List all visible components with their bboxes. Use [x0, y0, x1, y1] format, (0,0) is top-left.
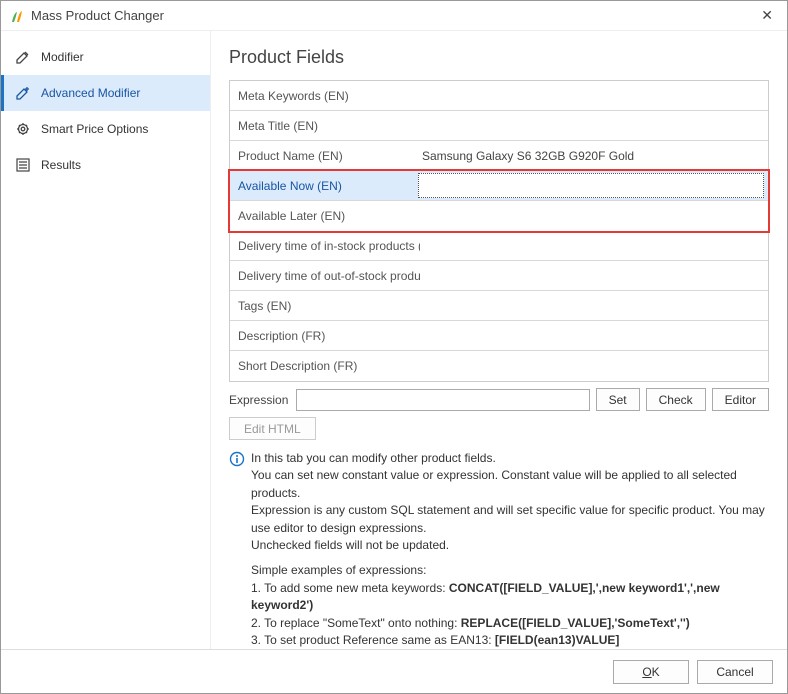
- dialog-footer: OK Cancel: [1, 649, 787, 693]
- sidebar-item-results[interactable]: Results: [1, 147, 210, 183]
- ok-button[interactable]: OK: [613, 660, 689, 684]
- field-row[interactable]: Delivery time of in-stock products (E: [230, 231, 768, 261]
- highlight-box: Available Now (EN) Available Later (EN): [228, 169, 770, 233]
- field-label: Meta Keywords (EN): [230, 89, 420, 103]
- field-row[interactable]: Short Description (FR): [230, 351, 768, 381]
- window-title: Mass Product Changer: [31, 8, 755, 23]
- field-label: Available Later (EN): [230, 209, 420, 223]
- check-button[interactable]: Check: [646, 388, 706, 411]
- close-button[interactable]: ✕: [755, 5, 779, 26]
- field-label: Delivery time of in-stock products (E: [230, 239, 420, 253]
- field-label: Product Name (EN): [230, 149, 420, 163]
- main-panel: Product Fields Meta Keywords (EN) Meta T…: [211, 31, 787, 649]
- field-row[interactable]: Description (FR): [230, 321, 768, 351]
- edit-html-button: Edit HTML: [229, 417, 316, 440]
- sidebar-item-label: Smart Price Options: [41, 122, 148, 136]
- field-label: Available Now (EN): [230, 179, 420, 193]
- field-row[interactable]: Tags (EN): [230, 291, 768, 321]
- expression-label: Expression: [229, 393, 288, 407]
- field-row[interactable]: Delivery time of out-of-stock produ: [230, 261, 768, 291]
- field-row[interactable]: Product Name (EN) Samsung Galaxy S6 32GB…: [230, 141, 768, 171]
- app-logo-icon: [9, 8, 25, 24]
- field-row[interactable]: Available Later (EN): [230, 201, 768, 231]
- field-label: Meta Title (EN): [230, 119, 420, 133]
- titlebar: Mass Product Changer ✕: [1, 1, 787, 31]
- field-value: Samsung Galaxy S6 32GB G920F Gold: [420, 149, 768, 163]
- list-icon: [15, 157, 31, 173]
- sidebar-item-smart-price[interactable]: Smart Price Options: [1, 111, 210, 147]
- edit-html-row: Edit HTML: [229, 417, 769, 440]
- gear-icon: [15, 121, 31, 137]
- cancel-button[interactable]: Cancel: [697, 660, 773, 684]
- editor-button[interactable]: Editor: [712, 388, 769, 411]
- info-text: In this tab you can modify other product…: [251, 450, 769, 649]
- product-fields-table: Meta Keywords (EN) Meta Title (EN) Produ…: [229, 80, 769, 382]
- edit-icon: [15, 49, 31, 65]
- field-row[interactable]: Meta Title (EN): [230, 111, 768, 141]
- field-label: Short Description (FR): [230, 359, 420, 373]
- info-panel: In this tab you can modify other product…: [229, 450, 769, 649]
- expression-input[interactable]: [296, 389, 589, 411]
- sidebar-item-modifier[interactable]: Modifier: [1, 39, 210, 75]
- field-value-input[interactable]: [420, 171, 768, 200]
- sidebar-item-label: Modifier: [41, 50, 84, 64]
- edit-plus-icon: [15, 85, 31, 101]
- sidebar-item-label: Advanced Modifier: [41, 86, 140, 100]
- field-label: Description (FR): [230, 329, 420, 343]
- expression-row: Expression Set Check Editor: [229, 388, 769, 411]
- field-label: Delivery time of out-of-stock produ: [230, 269, 420, 283]
- field-row-selected[interactable]: Available Now (EN): [230, 171, 768, 201]
- sidebar-item-advanced-modifier[interactable]: Advanced Modifier: [1, 75, 210, 111]
- sidebar: Modifier Advanced Modifier Smart Price O…: [1, 31, 211, 649]
- page-title: Product Fields: [229, 47, 769, 68]
- info-icon: [229, 451, 245, 467]
- sidebar-item-label: Results: [41, 158, 81, 172]
- field-row[interactable]: Meta Keywords (EN): [230, 81, 768, 111]
- field-label: Tags (EN): [230, 299, 420, 313]
- set-button[interactable]: Set: [596, 388, 640, 411]
